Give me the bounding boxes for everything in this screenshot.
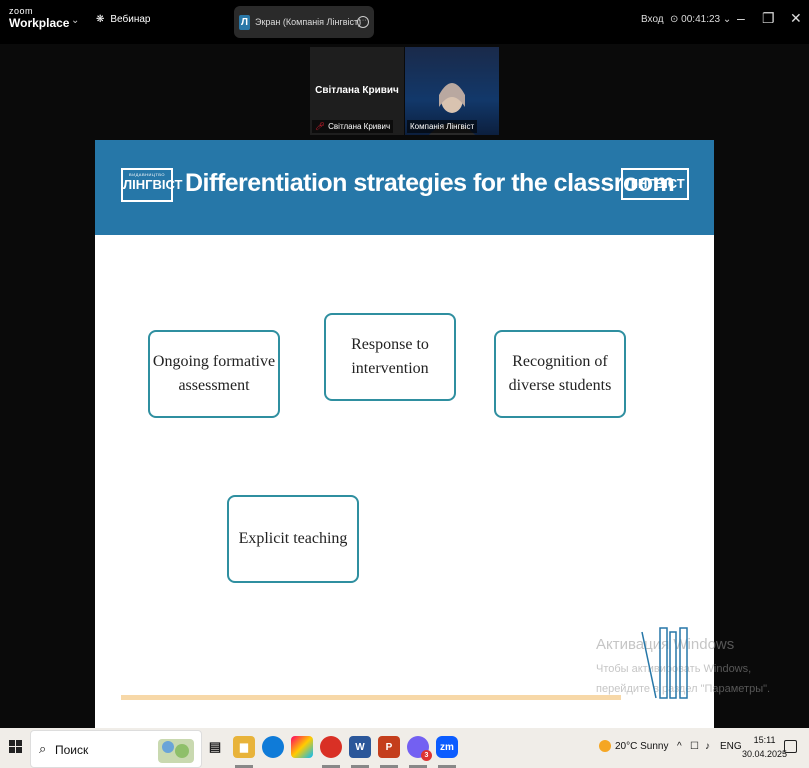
login-button[interactable]: Вход bbox=[641, 14, 664, 25]
windows-taskbar: ⌕ Поиск ▤ ▆ W P 3 zm 20°C Sunny ^ ☐ ♪ EN… bbox=[0, 728, 809, 768]
slide-footer-line bbox=[121, 695, 621, 700]
strategy-box-intervention: Response to intervention bbox=[324, 313, 456, 401]
participant-tile-company[interactable]: Компанія Лінгвіст bbox=[405, 47, 499, 135]
meeting-timer[interactable]: ⊙ 00:41:23 ⌄ bbox=[670, 14, 731, 25]
minimize-button[interactable]: – bbox=[737, 10, 745, 26]
box-line: assessment bbox=[178, 377, 250, 394]
chrome-icon[interactable] bbox=[320, 736, 342, 758]
zoom-workplace-logo[interactable]: zoom Workplace bbox=[9, 6, 70, 30]
word-icon[interactable]: W bbox=[349, 736, 371, 758]
participant-name-label: Компанія Лінгвіст bbox=[407, 120, 478, 133]
box-line: Explicit teaching bbox=[238, 530, 348, 547]
copilot-icon[interactable] bbox=[291, 736, 313, 758]
logo-text: ЛІНГВІСТ bbox=[123, 177, 183, 192]
weather-widget[interactable]: 20°C Sunny bbox=[599, 740, 668, 752]
lingvist-app-icon: Л bbox=[239, 14, 250, 30]
strategy-box-recognition: Recognition of diverse students bbox=[494, 330, 626, 418]
search-highlight-image bbox=[158, 739, 194, 763]
brand-top-text: zoom bbox=[9, 6, 34, 16]
mic-muted-icon: 🎤︎ bbox=[315, 122, 326, 131]
slide-header: ВИДАВНИЦТВО ЛІНГВІСТ Differentiation str… bbox=[95, 140, 714, 235]
language-indicator[interactable]: ENG bbox=[720, 741, 742, 752]
brand-bottom-text: Workplace bbox=[9, 16, 70, 30]
task-view-icon[interactable]: ▤ bbox=[204, 736, 226, 758]
search-icon: ⌕ bbox=[39, 741, 47, 756]
timer-value: 00:41:23 bbox=[681, 14, 721, 25]
shared-screen-tab[interactable]: Л Экран (Компанія Лінгвіст) ··· bbox=[234, 6, 374, 38]
box-line: Recognition of bbox=[512, 353, 608, 370]
notification-center-icon[interactable] bbox=[784, 740, 797, 753]
webinar-icon: ❋ bbox=[96, 14, 105, 25]
volume-icon[interactable]: ♪ bbox=[705, 741, 710, 752]
restore-button[interactable]: ❐ bbox=[762, 10, 775, 27]
viber-icon[interactable]: 3 bbox=[407, 736, 432, 761]
file-explorer-icon[interactable]: ▆ bbox=[233, 736, 255, 758]
search-label: Поиск bbox=[55, 743, 89, 757]
network-icon[interactable]: ☐ bbox=[690, 741, 699, 752]
screen-tab-label: Экран (Компанія Лінгвіст) bbox=[255, 17, 362, 27]
chevron-down-icon[interactable]: ⌄ bbox=[71, 15, 79, 26]
box-line: intervention bbox=[351, 360, 429, 377]
more-options-icon[interactable]: ··· bbox=[357, 16, 369, 28]
participant-name-text: Світлана Кривич bbox=[328, 122, 391, 131]
slide-decoration-bars bbox=[641, 627, 688, 699]
taskbar-clock[interactable]: 15:11 30.04.2025 bbox=[742, 733, 787, 761]
close-button[interactable]: ✕ bbox=[790, 10, 802, 27]
notification-badge: 3 bbox=[421, 750, 432, 761]
participant-name-label: 🎤︎ Світлана Кривич bbox=[312, 120, 394, 133]
zoom-top-bar: zoom Workplace ⌄ ❋ Вебинар Л Экран (Комп… bbox=[0, 0, 809, 44]
slide-title: Differentiation strategies for the class… bbox=[185, 169, 675, 197]
lingvist-logo-left: ВИДАВНИЦТВО ЛІНГВІСТ bbox=[121, 168, 183, 202]
weather-text: 20°C Sunny bbox=[615, 740, 669, 752]
box-line: Response to bbox=[351, 336, 429, 353]
clock-time: 15:11 bbox=[753, 735, 776, 745]
windows-start-icon[interactable] bbox=[9, 740, 22, 753]
box-line: diverse students bbox=[508, 377, 612, 394]
webinar-label: Вебинар bbox=[110, 14, 151, 25]
participant-display-name: Світлана Кривич bbox=[315, 85, 399, 96]
zoom-icon[interactable]: zm bbox=[436, 736, 458, 758]
clock-icon: ⊙ bbox=[670, 14, 682, 25]
participant-tile-svitlana[interactable]: Світлана Кривич 🎤︎ Світлана Кривич bbox=[310, 47, 404, 135]
strategy-box-formative: Ongoing formative assessment bbox=[148, 330, 280, 418]
powerpoint-icon[interactable]: P bbox=[378, 736, 400, 758]
edge-icon[interactable] bbox=[262, 736, 284, 758]
show-hidden-icons-chevron[interactable]: ^ bbox=[677, 741, 682, 752]
chevron-down-icon: ⌄ bbox=[720, 14, 732, 25]
box-line: Ongoing formative bbox=[152, 353, 276, 370]
clock-date: 30.04.2025 bbox=[742, 749, 788, 759]
strategy-box-explicit: Explicit teaching bbox=[227, 495, 359, 583]
webinar-indicator[interactable]: ❋ Вебинар bbox=[96, 14, 150, 25]
lingvist-logo-right: ЛІНГВІСТ bbox=[621, 168, 689, 200]
taskbar-search[interactable]: ⌕ Поиск bbox=[30, 730, 202, 768]
sun-icon bbox=[599, 740, 611, 752]
